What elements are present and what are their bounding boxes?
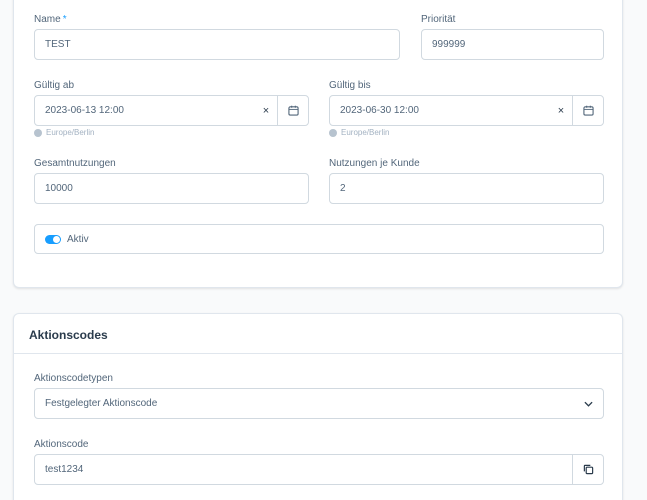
- uses-per-customer-value: 2: [340, 183, 346, 194]
- valid-from-timezone: Europe/Berlin: [34, 128, 94, 137]
- calendar-icon[interactable]: [572, 96, 603, 125]
- valid-from-label: Gültig ab: [34, 80, 75, 91]
- active-label: Aktiv: [67, 233, 89, 245]
- valid-from-timezone-text: Europe/Berlin: [46, 128, 95, 137]
- active-toggle[interactable]: [45, 234, 61, 244]
- name-value: TEST: [45, 39, 71, 50]
- valid-until-field[interactable]: 2023-06-30 12:00 ×: [329, 95, 604, 126]
- promo-code-type-label: Aktionscodetypen: [34, 373, 113, 384]
- promo-code-type-value: Festgelegter Aktionscode: [45, 398, 158, 409]
- promo-codes-card: Aktionscodes Aktionscodetypen Festgelegt…: [13, 313, 623, 500]
- name-label: Name *: [34, 14, 67, 25]
- copy-icon[interactable]: [572, 455, 603, 484]
- valid-until-value: 2023-06-30 12:00: [340, 105, 419, 116]
- total-uses-value: 10000: [45, 183, 73, 194]
- globe-icon: [34, 128, 42, 137]
- promo-code-label: Aktionscode: [34, 439, 89, 450]
- promo-codes-title: Aktionscodes: [29, 328, 108, 342]
- name-field[interactable]: TEST: [34, 29, 400, 60]
- calendar-icon[interactable]: [277, 96, 308, 125]
- total-uses-field[interactable]: 10000: [34, 173, 309, 204]
- valid-until-timezone-text: Europe/Berlin: [341, 128, 390, 137]
- uses-per-customer-field[interactable]: 2: [329, 173, 604, 204]
- uses-per-customer-label: Nutzungen je Kunde: [329, 158, 420, 169]
- valid-from-field[interactable]: 2023-06-13 12:00 ×: [34, 95, 309, 126]
- close-icon[interactable]: ×: [255, 105, 277, 117]
- valid-from-value: 2023-06-13 12:00: [45, 105, 124, 116]
- priority-field[interactable]: 999999: [421, 29, 604, 60]
- card-divider: [14, 353, 622, 354]
- globe-icon: [329, 128, 337, 137]
- promo-code-type-select[interactable]: Festgelegter Aktionscode: [34, 388, 604, 419]
- required-mark: *: [62, 14, 67, 25]
- valid-until-timezone: Europe/Berlin: [329, 128, 389, 137]
- close-icon[interactable]: ×: [550, 105, 572, 117]
- name-label-text: Name: [34, 14, 61, 25]
- priority-label: Priorität: [421, 14, 456, 25]
- valid-until-label: Gültig bis: [329, 80, 371, 91]
- promo-code-field[interactable]: test1234: [34, 454, 604, 485]
- general-settings-card: Name * TEST Priorität 999999 Gültig ab 20…: [13, 0, 623, 288]
- chevron-down-icon: [573, 401, 603, 407]
- priority-value: 999999: [432, 39, 466, 50]
- active-switch-row: Aktiv: [34, 224, 604, 254]
- promo-code-value: test1234: [45, 464, 84, 475]
- total-uses-label: Gesamtnutzungen: [34, 158, 116, 169]
